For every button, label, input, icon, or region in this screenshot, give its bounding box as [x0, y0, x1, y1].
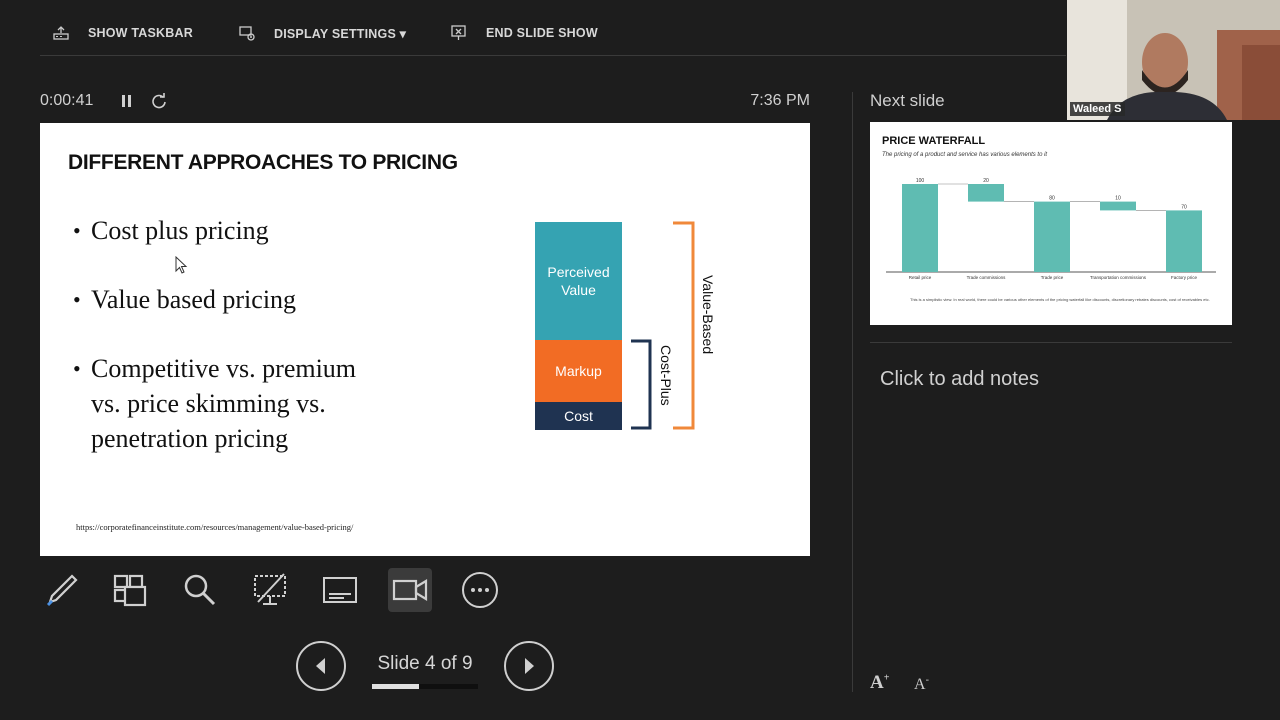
waterfall-value-label: 80 [1049, 196, 1055, 202]
perceived-value-line: Value [561, 282, 596, 298]
display-settings-button[interactable]: DISPLAY SETTINGS ▾ [238, 22, 406, 44]
waterfall-value-label: 10 [1115, 196, 1121, 202]
bullet-cost-plus: • Cost plus pricing [73, 213, 269, 248]
waterfall-bar [968, 184, 1004, 202]
presenter-name: Waleed S [1070, 102, 1125, 116]
waterfall-bar [902, 184, 938, 272]
panel-divider [852, 92, 853, 692]
bullet-dot-icon: • [73, 287, 81, 312]
top-divider [40, 55, 1066, 56]
subtitles-button[interactable] [318, 568, 362, 612]
current-slide[interactable]: DIFFERENT APPROACHES TO PRICING • Cost p… [40, 123, 810, 556]
display-settings-icon [239, 26, 255, 41]
bullet-dot-icon: • [73, 218, 81, 243]
pen-icon [46, 574, 78, 607]
video-camera-icon [392, 579, 428, 601]
bullet-text: Competitive vs. premium vs. price skimmi… [91, 351, 356, 456]
top-bar: SHOW TASKBAR DISPLAY SETTINGS ▾ END SLID… [0, 0, 1066, 64]
mouse-cursor-icon [175, 256, 188, 274]
bullet-dot-icon: • [73, 356, 81, 381]
value-based-label: Value-Based [700, 275, 716, 355]
cost-block: Cost [535, 402, 622, 430]
pricing-stack-diagram: Perceived Value Markup Cost [535, 222, 622, 430]
zoom-button[interactable] [178, 568, 222, 612]
bullet-line: Competitive vs. premium [91, 354, 357, 383]
see-all-slides-button[interactable] [108, 568, 152, 612]
value-based-bracket [673, 221, 695, 430]
bullet-text: Value based pricing [91, 285, 297, 314]
next-slide-button[interactable] [504, 641, 554, 691]
cost-plus-label: Cost-Plus [658, 345, 674, 406]
source-url: https://corporatefinanceinstitute.com/re… [76, 522, 354, 532]
pause-icon[interactable] [118, 92, 136, 110]
waterfall-bar [1100, 201, 1136, 211]
camera-toggle-button[interactable] [388, 568, 432, 612]
previous-slide-button[interactable] [296, 641, 346, 691]
elapsed-timer: 0:00:41 [40, 92, 94, 109]
waterfall-category-label: Retail price [909, 275, 932, 280]
waterfall-category-label: Trade commissions [967, 275, 1007, 280]
slide-progress-fill [372, 684, 420, 689]
slide-progress-bar [372, 684, 478, 689]
arrow-right-icon [525, 658, 534, 674]
presenter-webcam: Waleed S [1067, 0, 1280, 120]
bullet-value-based: • Value based pricing [73, 282, 296, 317]
slide-title: DIFFERENT APPROACHES TO PRICING [68, 151, 458, 174]
more-options-button[interactable] [458, 568, 502, 612]
next-slide-label: Next slide [870, 91, 945, 110]
more-icon [462, 572, 498, 608]
next-slide-footnote: This is a simplistic view. In real world… [910, 297, 1210, 302]
markup-block: Markup [535, 340, 622, 402]
waterfall-category-label: Trade price [1041, 275, 1064, 280]
waterfall-category-label: Transportation commissions [1090, 275, 1147, 280]
presenter-view: SHOW TASKBAR DISPLAY SETTINGS ▾ END SLID… [0, 0, 1280, 720]
display-settings-label: DISPLAY SETTINGS ▾ [274, 26, 407, 41]
show-taskbar-button[interactable]: SHOW TASKBAR [52, 22, 193, 44]
end-show-icon [451, 25, 466, 40]
screen-off-icon [254, 573, 286, 605]
pen-tool-button[interactable] [40, 568, 84, 612]
perceived-value-line: Perceived [547, 264, 610, 280]
slides-grid-icon [113, 574, 147, 607]
waterfall-value-label: 70 [1181, 204, 1187, 210]
waterfall-bar [1034, 201, 1070, 272]
taskbar-icon [53, 26, 69, 40]
end-slide-show-label: END SLIDE SHOW [486, 26, 598, 40]
waterfall-category-label: Factory price [1171, 275, 1198, 280]
speaker-notes-area[interactable]: Click to add notes [880, 368, 1039, 391]
magnifier-icon [184, 574, 216, 606]
end-slide-show-button[interactable]: END SLIDE SHOW [450, 22, 598, 44]
current-time: 7:36 PM [750, 92, 810, 109]
waterfall-value-label: 20 [983, 178, 989, 184]
notes-divider [870, 342, 1232, 343]
perceived-value-block: Perceived Value [535, 222, 622, 340]
bullet-text: Cost plus pricing [91, 216, 269, 245]
next-slide-thumbnail[interactable]: PRICE WATERFALL The pricing of a product… [870, 122, 1232, 325]
decrease-font-icon: A- [914, 675, 929, 694]
price-waterfall-chart: 100 Retail price 20 Trade commissions 80 Trad… [886, 178, 1216, 280]
increase-font-button[interactable]: A+ [870, 672, 889, 694]
black-screen-button[interactable] [248, 568, 292, 612]
waterfall-bar [1166, 210, 1202, 272]
bullet-line: vs. price skimming vs. [91, 389, 326, 418]
decrease-font-button[interactable]: A- [914, 675, 929, 694]
subtitles-icon [323, 577, 357, 603]
slide-counter[interactable]: Slide 4 of 9 [370, 653, 480, 675]
bullet-line: penetration pricing [91, 424, 289, 453]
bullet-competitive: • Competitive vs. premium vs. price skim… [73, 351, 356, 456]
waterfall-value-label: 100 [916, 178, 925, 184]
increase-font-icon: A+ [870, 672, 890, 693]
restart-timer-icon[interactable] [150, 92, 168, 110]
show-taskbar-label: SHOW TASKBAR [88, 26, 193, 40]
cost-plus-bracket [631, 339, 652, 430]
arrow-left-icon [316, 658, 325, 674]
